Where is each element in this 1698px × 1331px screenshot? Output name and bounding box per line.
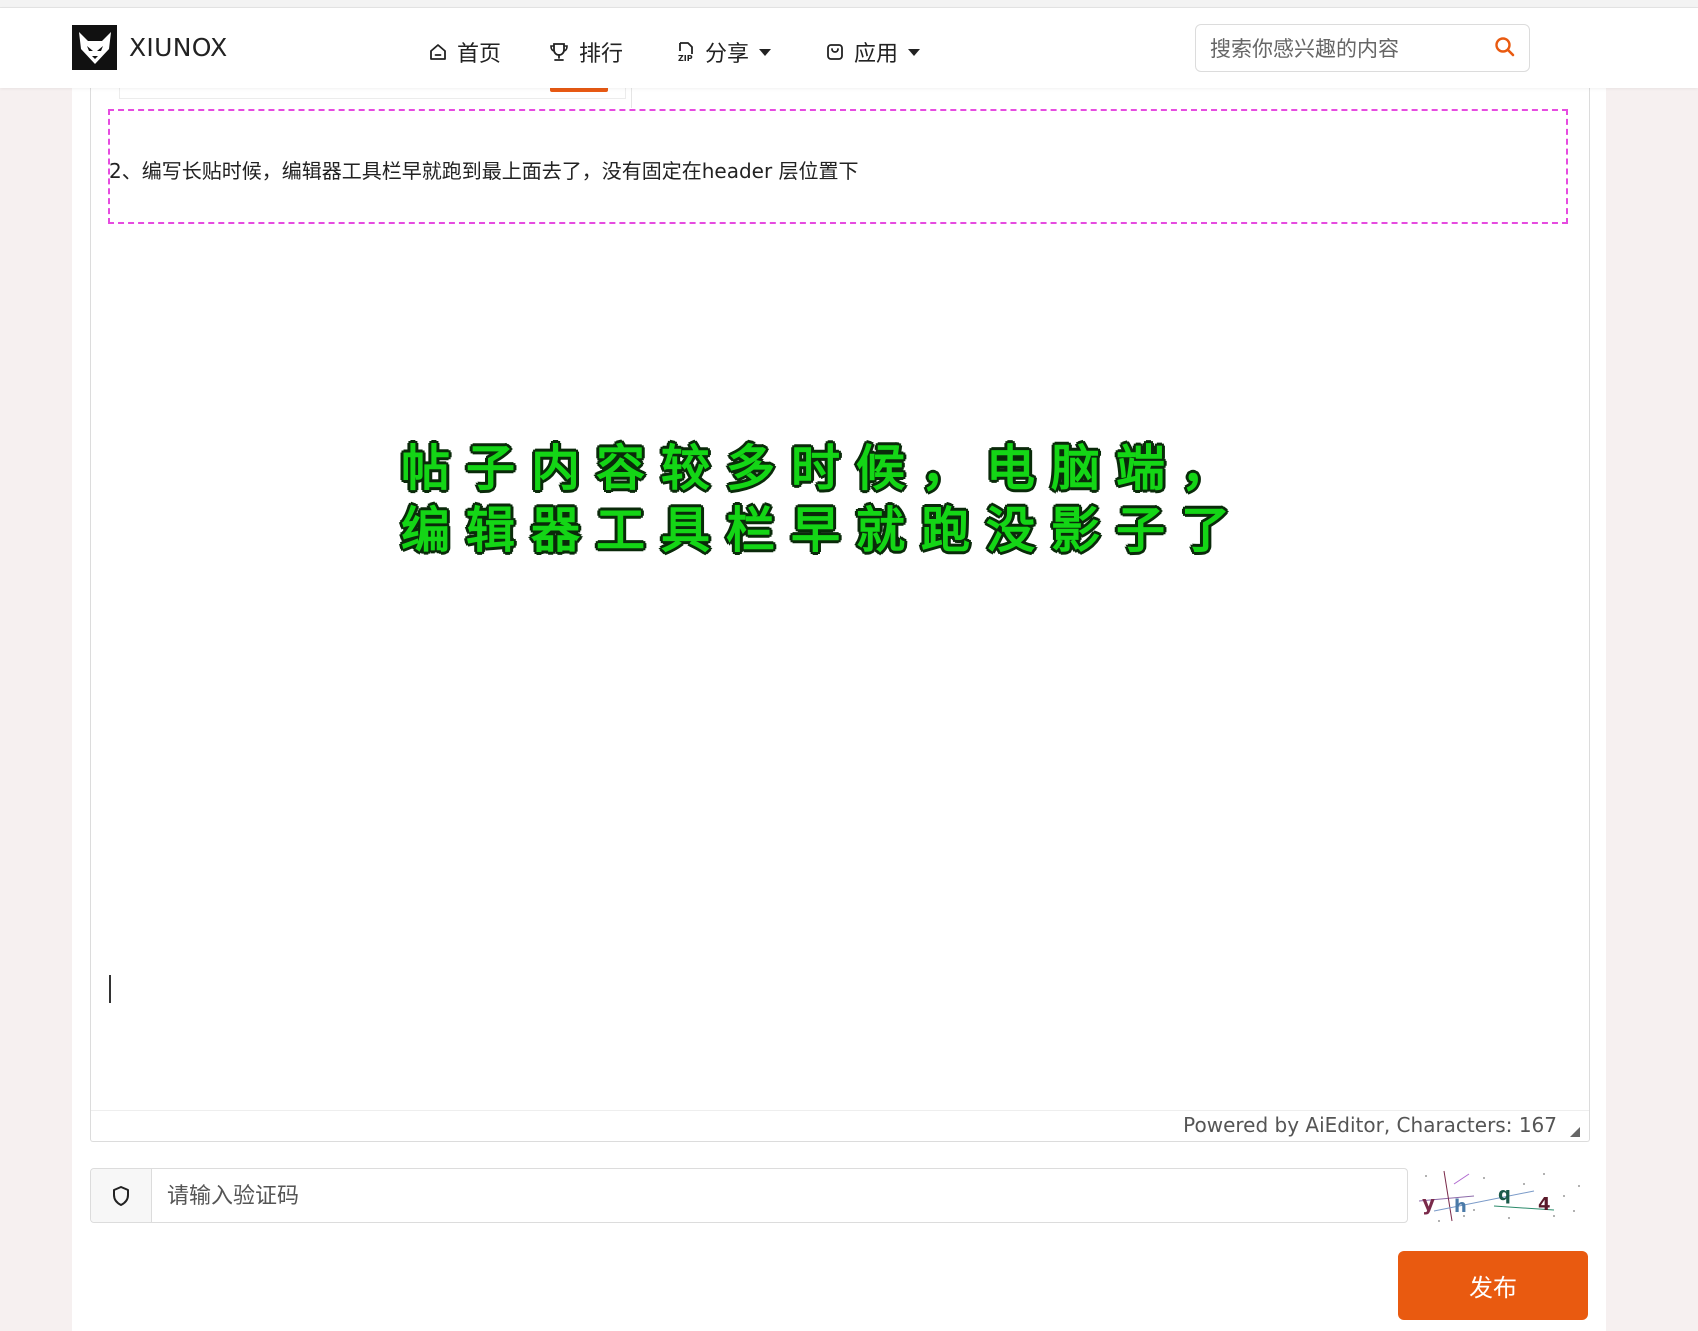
publish-button[interactable]: 发布: [1398, 1251, 1588, 1320]
nav-item-label: 应用: [854, 42, 899, 67]
svg-text:y: y: [1422, 1191, 1435, 1215]
zip-file-icon: ZIP: [678, 42, 693, 63]
svg-text:q: q: [1498, 1184, 1511, 1205]
bag-icon: [827, 44, 843, 60]
svg-text:ZIP: ZIP: [678, 54, 693, 63]
nav-item-label: 排行: [579, 42, 624, 67]
nav-item-share[interactable]: ZIP 分享: [676, 36, 772, 68]
page-margin: [1606, 88, 1698, 1331]
brand-name: XIUNOX: [129, 33, 228, 62]
editor-character-count: Powered by AiEditor, Characters: 167: [1183, 1113, 1557, 1137]
resize-handle-icon[interactable]: [1570, 1127, 1580, 1137]
wolf-logo-icon: [72, 25, 117, 70]
nav-item-label: 分享: [705, 42, 750, 67]
captcha-input[interactable]: [165, 1169, 1389, 1224]
brand-link[interactable]: XIUNOX: [72, 25, 228, 70]
annotation-line-2: 编辑器工具栏早就跑没影子了: [401, 502, 1247, 559]
svg-text:4: 4: [1538, 1194, 1551, 1215]
nav-item-home[interactable]: 首页: [428, 36, 501, 68]
search-input[interactable]: [1208, 25, 1482, 73]
editor-paragraph[interactable]: 2、编写长贴时候，编辑器工具栏早就跑到最上面去了，没有固定在header 层位置…: [109, 155, 859, 184]
top-navbar: XIUNOX 首页 排行 ZIP 分享 应用: [0, 8, 1698, 88]
scrolled-toolbar-remnant: [119, 88, 626, 99]
chevron-down-icon: [908, 48, 921, 56]
svg-text:h: h: [1454, 1196, 1467, 1217]
search-box: [1195, 24, 1530, 73]
post-editor-card: 2、编写长贴时候，编辑器工具栏早就跑到最上面去了，没有固定在header 层位置…: [72, 88, 1606, 1331]
trophy-icon: [550, 43, 568, 61]
text-cursor: [109, 975, 111, 1003]
captcha-input-group: [90, 1168, 1408, 1224]
nav-item-ranking[interactable]: 排行: [548, 36, 623, 68]
search-icon[interactable]: [1493, 35, 1517, 63]
editor-status-bar: Powered by AiEditor, Characters: 167: [91, 1110, 1589, 1142]
chevron-down-icon: [759, 48, 772, 56]
divider: [631, 88, 632, 108]
shield-icon: [91, 1169, 152, 1222]
nav-item-label: 首页: [457, 42, 502, 67]
annotation-text: 帖子内容较多时候，电脑端， 编辑器工具栏早就跑没影子了: [401, 438, 1246, 562]
captcha-image[interactable]: y h q 4: [1414, 1166, 1589, 1224]
home-icon: [430, 44, 446, 60]
annotation-line-1: 帖子内容较多时候，电脑端，: [401, 440, 1247, 497]
browser-top-strip: [0, 0, 1698, 8]
nav-item-apps[interactable]: 应用: [825, 36, 921, 68]
accent-underline: [550, 88, 608, 92]
rich-text-editor: 2、编写长贴时候，编辑器工具栏早就跑到最上面去了，没有固定在header 层位置…: [90, 88, 1590, 1142]
